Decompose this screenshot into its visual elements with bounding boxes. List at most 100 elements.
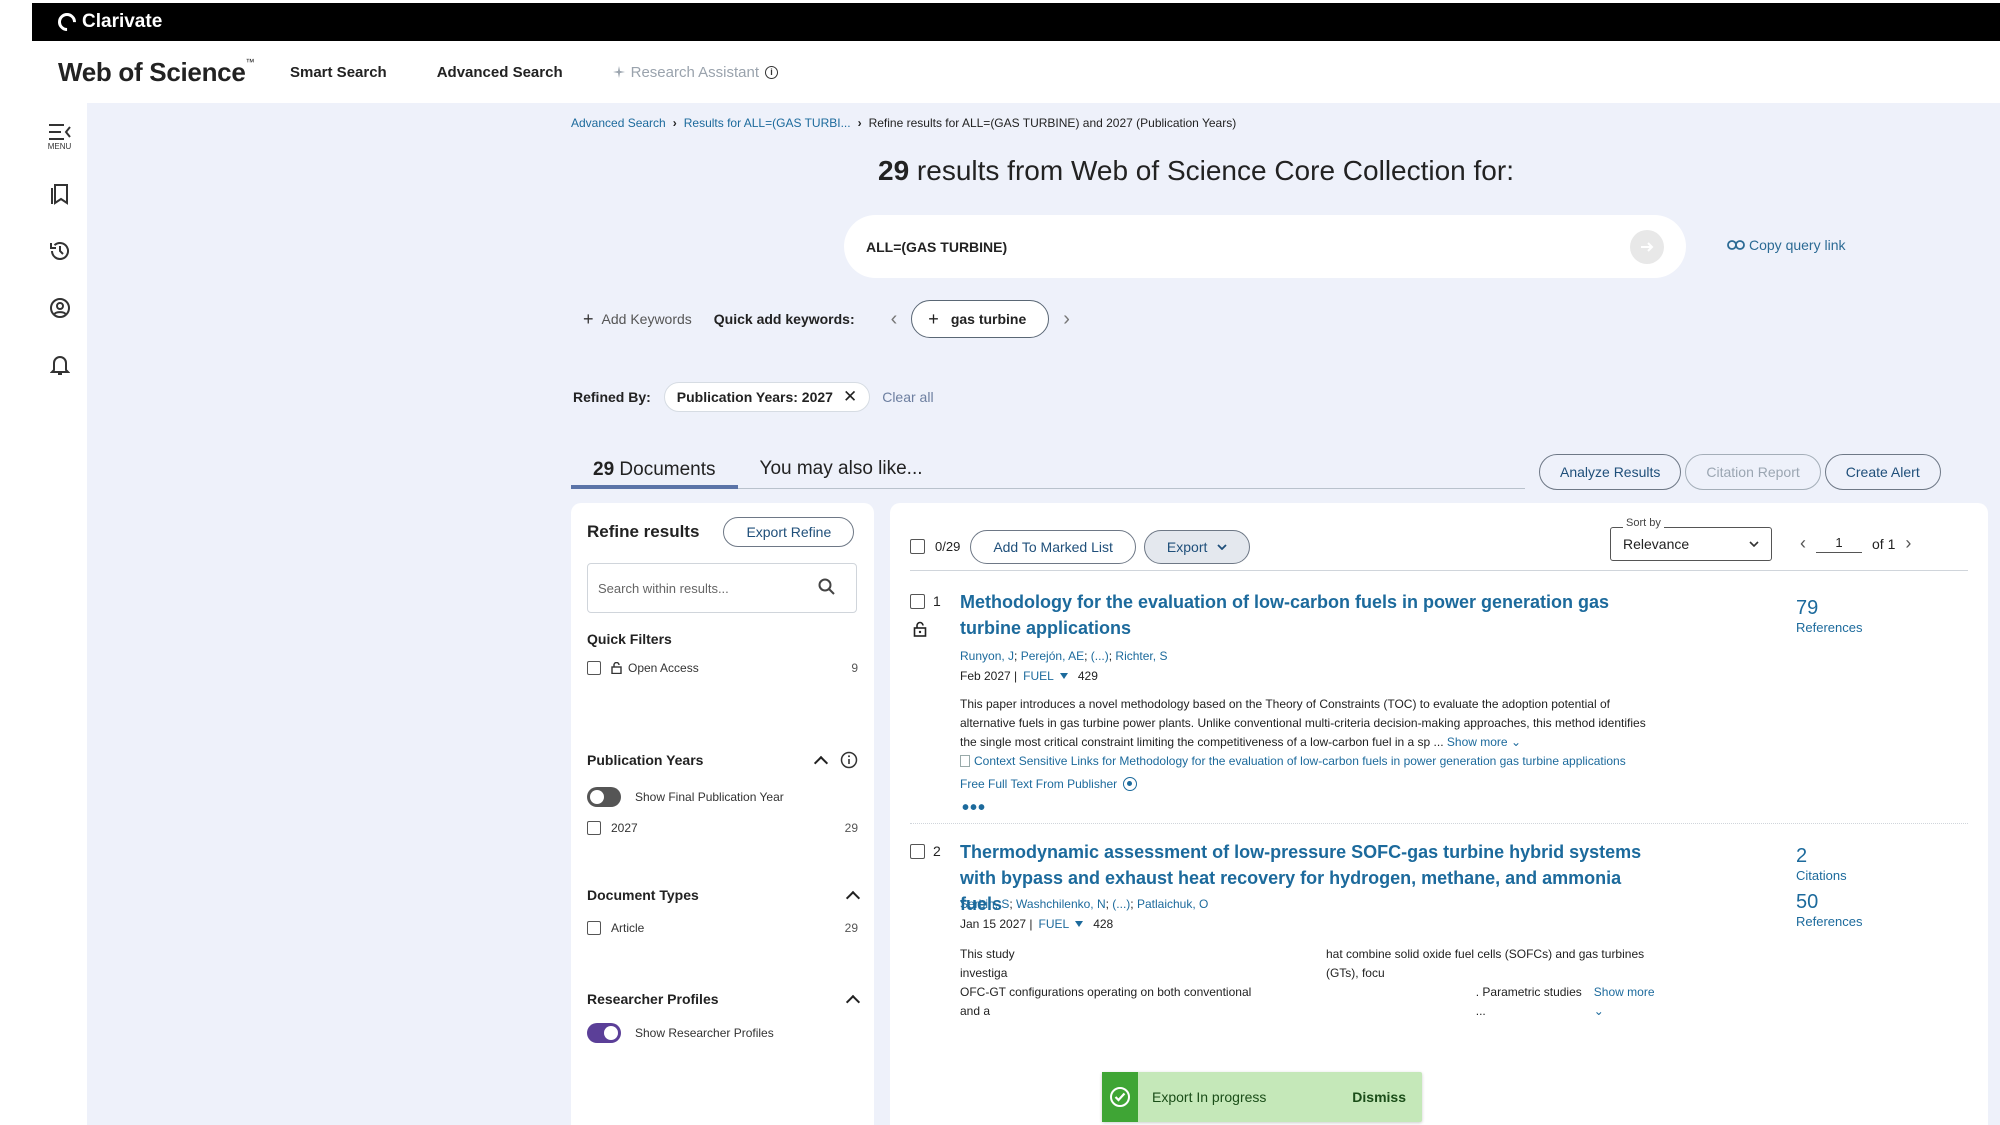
alerts-button[interactable] [44,345,76,385]
author-link[interactable]: Perejón, AE [1021,649,1084,663]
sort-by-select[interactable]: Sort by Relevance [1610,517,1772,561]
nav-advanced-search[interactable]: Advanced Search [437,64,563,81]
chevron-up-icon[interactable] [845,994,861,1009]
keywords-row: + Add Keywords Quick add keywords: ‹ + gas… [583,299,1084,339]
nav-smart-search[interactable]: Smart Search [290,64,387,81]
document-types-header[interactable]: Document Types [587,887,861,905]
researcher-profiles-header[interactable]: Researcher Profiles [587,991,861,1009]
keyword-chip-label: gas turbine [950,311,1027,327]
filter-open-access[interactable]: Open Access 9 [587,661,858,675]
filter-year-2027[interactable]: 2027 29 [587,821,858,835]
show-final-year-toggle[interactable] [587,787,621,807]
close-icon[interactable]: ✕ [843,387,857,407]
breadcrumb-advanced-search[interactable]: Advanced Search [571,116,666,130]
product-title[interactable]: Web of Science™ [58,57,290,88]
chevron-right-icon[interactable]: › [1905,533,1911,554]
tab-documents[interactable]: 29 Documents [571,459,738,489]
results-headline: 29 results from Web of Science Core Coll… [571,155,1821,187]
run-search-button[interactable] [1630,230,1664,264]
profile-button[interactable] [44,288,76,328]
tab-you-may-also-like[interactable]: You may also like... [738,458,945,488]
clarivate-logo[interactable]: Clarivate [54,9,162,35]
record-number: 2 [933,843,941,859]
info-icon[interactable] [840,751,858,769]
record-select[interactable]: 2 [910,843,941,859]
search-within-placeholder: Search within results... [598,580,729,596]
checkbox[interactable] [587,921,601,935]
show-more-label: Show more [1446,735,1508,749]
references-metric[interactable]: 50 References [1796,891,1862,929]
caret-down-icon[interactable] [1059,673,1068,679]
journal-link[interactable]: FUEL [1039,917,1070,931]
author-link[interactable]: Washchilenko, N [1016,897,1106,911]
citation-report-button[interactable]: Citation Report [1685,454,1821,490]
chevron-left-icon[interactable]: ‹ [1800,533,1806,554]
record-meta: Jan 15 2027 | FUEL 428 [960,917,1113,931]
search-within-input[interactable]: Search within results... [587,563,857,613]
chevron-right-icon[interactable]: › [1063,308,1070,331]
filter-label: Article [611,921,645,935]
refined-by-row: Refined By: Publication Years: 2027 ✕ Cle… [573,382,934,412]
show-researcher-profiles-toggle[interactable] [587,1023,621,1043]
export-refine-button[interactable]: Export Refine [723,517,855,547]
checkbox[interactable] [587,661,601,675]
bookmark-icon [50,184,68,205]
dismiss-button[interactable]: Dismiss [1352,1089,1406,1105]
create-alert-button[interactable]: Create Alert [1824,454,1941,490]
marked-list-button[interactable] [44,174,76,214]
search-icon[interactable] [818,578,836,596]
show-more-link[interactable]: Show more ⌄ [1447,735,1521,749]
record-abstract: This paper introduces a novel methodolog… [960,695,1665,752]
author-link[interactable]: Patlaichuk, O [1137,897,1208,911]
record-title[interactable]: Methodology for the evaluation of low-ca… [960,589,1660,641]
author-link[interactable]: Serbin, S [960,897,1009,911]
toast-message: Export In progress [1152,1089,1267,1105]
references-metric[interactable]: 79 References [1796,597,1862,635]
toggle-label: Show Researcher Profiles [635,1026,774,1040]
add-to-marked-list-button[interactable]: Add To Marked List [970,529,1136,564]
filter-count: 29 [844,821,858,835]
author-link[interactable]: Runyon, J [960,649,1014,663]
show-researcher-profiles-row[interactable]: Show Researcher Profiles [587,1023,858,1043]
keyword-chip[interactable]: + gas turbine [911,300,1050,338]
checkbox[interactable] [587,821,601,835]
breadcrumb-results[interactable]: Results for ALL=(GAS TURBI... [684,116,851,130]
result-record: 1 Methodology for the evaluation of low-… [910,589,1968,820]
author-link[interactable]: (...) [1091,649,1109,663]
chevron-up-icon[interactable] [845,890,861,905]
record-select[interactable]: 1 [910,593,941,609]
checkbox[interactable] [910,843,925,859]
page-input[interactable]: 1 [1816,535,1862,553]
context-sensitive-links[interactable]: Context Sensitive Links for Methodology … [960,754,1626,768]
menu-label: MENU [47,141,72,151]
publication-years-header[interactable]: Publication Years [587,751,858,770]
chevron-up-icon[interactable] [813,755,829,770]
results-tabs: 29 Documents You may also like... [571,453,1525,489]
selected-count: 0/29 [935,539,961,554]
query-box[interactable]: ALL=(GAS TURBINE) [844,215,1686,278]
history-button[interactable] [44,231,76,271]
show-more-link[interactable]: Show more ⌄ [1594,983,1665,1021]
clear-all-link[interactable]: Clear all [882,389,933,405]
researcher-profiles-title: Researcher Profiles [587,991,719,1007]
citations-metric[interactable]: 2 Citations [1796,845,1847,883]
filter-label: Open Access [628,661,699,675]
free-full-text-link[interactable]: Free Full Text From Publisher [960,777,1138,791]
chevron-left-icon[interactable]: ‹ [891,308,898,331]
author-link[interactable]: Richter, S [1115,649,1167,663]
show-final-year-toggle-row[interactable]: Show Final Publication Year [587,787,858,807]
menu-button[interactable]: MENU [44,117,76,157]
checkbox[interactable] [910,593,925,609]
info-icon[interactable]: i [765,65,779,79]
author-link[interactable]: (...) [1112,897,1130,911]
select-all-checkbox[interactable] [910,539,925,554]
more-options-icon[interactable]: ••• [962,797,986,820]
analyze-results-button[interactable]: Analyze Results [1539,454,1682,490]
export-button[interactable]: Export [1143,529,1251,564]
filter-article[interactable]: Article 29 [587,921,858,935]
fft-label: Free Full Text From Publisher [960,777,1118,791]
add-keywords-button[interactable]: + Add Keywords [583,309,692,330]
caret-down-icon[interactable] [1075,921,1084,927]
journal-link[interactable]: FUEL [1023,669,1054,683]
copy-query-link[interactable]: Copy query link [1727,237,1846,253]
